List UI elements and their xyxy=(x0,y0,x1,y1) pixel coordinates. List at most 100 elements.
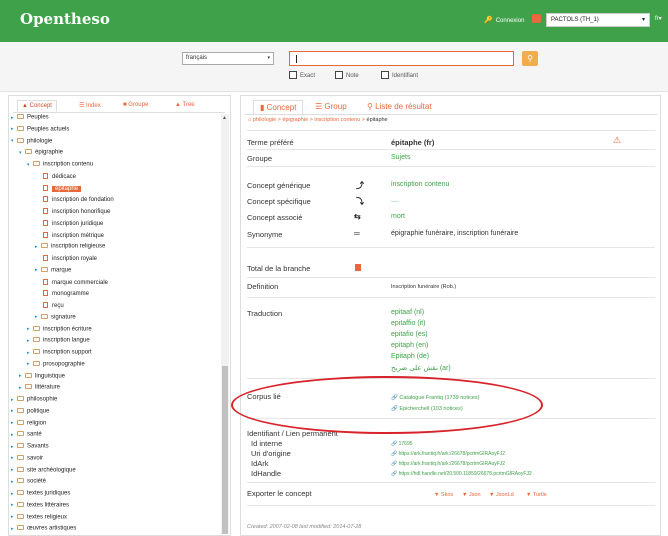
tab-concept[interactable]: ▲ Concept xyxy=(17,100,57,112)
tree-node-label: linguistique xyxy=(35,373,66,379)
concept-panel: ▮ Concept ☰ Group ⚲ Liste de résultat ⌂ … xyxy=(240,95,661,536)
tree-node[interactable]: ▸ société xyxy=(11,478,46,488)
thesaurus-select[interactable]: PACTOLS (TH_1) ▾ xyxy=(546,13,650,27)
export-label: Exporter le concept xyxy=(247,489,312,498)
translation-en[interactable]: epitaph (en) xyxy=(391,342,428,349)
identifiant-checkbox[interactable]: Identifiant xyxy=(381,71,418,79)
tree-node[interactable]: ▸ œuvres artistiques xyxy=(11,525,76,535)
tab-group-view[interactable]: ☰ Group xyxy=(315,102,347,111)
idhandle-link[interactable]: 🔗 https://hdl.handle.net/20.500.11859/26… xyxy=(391,471,532,477)
tab-groupe[interactable]: ■ Groupe xyxy=(119,100,152,112)
internal-id-value[interactable]: 🔗 17695 xyxy=(391,441,413,447)
tree-node[interactable]: inscription métrique xyxy=(43,231,104,242)
tree-node[interactable]: ▸ Peuples actuels xyxy=(11,125,69,136)
tree-scrollbar-thumb[interactable] xyxy=(222,366,228,534)
tree-node[interactable]: ▸ savoir xyxy=(11,454,43,465)
tree-node[interactable]: inscription royale xyxy=(43,255,97,265)
tab-result-list[interactable]: ⚲ Liste de résultat xyxy=(367,102,432,111)
tree-node-label: inscription religieuse xyxy=(51,243,106,250)
related-link[interactable]: mort xyxy=(391,213,405,220)
group-link[interactable]: Sujets xyxy=(391,154,410,161)
tree-node-label: reçu xyxy=(52,303,64,309)
tree-node[interactable]: ▸ politique xyxy=(11,407,49,418)
tree-node[interactable]: ▸ religion xyxy=(11,419,46,430)
tree-node[interactable]: ▸ site archéologique xyxy=(11,466,76,477)
tree-node[interactable]: ▸ marque xyxy=(35,266,71,277)
broader-link[interactable]: inscription contenu xyxy=(391,181,449,188)
tree-node-label: inscription contenu xyxy=(43,161,94,168)
document-icon xyxy=(43,172,48,179)
home-icon[interactable]: ⌂ xyxy=(248,117,251,123)
tree-node-label: épigraphie xyxy=(35,149,64,156)
translation-de[interactable]: Epitaph (de) xyxy=(391,353,429,360)
note-checkbox[interactable]: Note xyxy=(335,71,359,79)
folder-icon xyxy=(17,525,24,531)
app-logo[interactable]: Opentheso xyxy=(20,10,110,28)
tree-node[interactable]: ▸ santé xyxy=(11,431,42,441)
narrower-value[interactable]: .... xyxy=(391,197,399,204)
synonym-icon: ═ xyxy=(354,229,360,238)
tree-node-label: site archéologique xyxy=(27,467,76,473)
tree-node[interactable]: inscription honorifique xyxy=(43,208,110,218)
tree-node[interactable]: ▾ inscription contenu xyxy=(27,161,93,171)
warning-icon[interactable]: ⚠ xyxy=(613,135,621,146)
tree-node[interactable]: reçu xyxy=(43,302,64,312)
folder-icon xyxy=(17,490,24,495)
tree-node[interactable]: monogramme xyxy=(43,290,89,300)
export-jsonld-button[interactable]: ▼ JsonLd xyxy=(489,492,514,498)
tree-node[interactable]: épitaphe xyxy=(43,184,82,195)
exact-checkbox[interactable]: Exact xyxy=(289,71,315,79)
search-button[interactable]: ⚲ xyxy=(522,51,538,66)
tree-node[interactable]: ▸ prosopographie xyxy=(27,360,85,371)
translation-es[interactable]: epitafio (es) xyxy=(391,331,428,338)
scroll-up-icon[interactable]: ▲ xyxy=(222,115,227,121)
tree-node[interactable]: ▸ inscription support xyxy=(27,349,92,359)
tab-tree[interactable]: ▲ Tree xyxy=(171,100,199,112)
export-json-button[interactable]: ▼ Json xyxy=(462,492,481,498)
tree-node-label: philologie xyxy=(27,138,53,144)
translation-it[interactable]: epitaffio (it) xyxy=(391,320,426,327)
export-skos-button[interactable]: ▼ Skos xyxy=(434,492,453,498)
tree-node[interactable]: ▸ philosophie xyxy=(11,396,57,406)
definition-label: Definition xyxy=(247,282,279,291)
tree-node[interactable]: ▾ philologie xyxy=(11,137,53,148)
tab-concept-view[interactable]: ▮ Concept xyxy=(253,100,304,115)
tree-node[interactable]: ▸ textes juridiques xyxy=(11,490,70,500)
tab-index[interactable]: ☰ Index xyxy=(75,100,105,112)
tree-node[interactable]: marque commerciale xyxy=(43,278,108,289)
tree-node[interactable]: ▾ épigraphie xyxy=(19,149,63,159)
tree-node[interactable]: inscription de fondation xyxy=(43,196,114,206)
narrower-label: Concept spécifique xyxy=(247,197,311,206)
folder-icon xyxy=(17,419,24,425)
translation-nl[interactable]: epitaaf (nl) xyxy=(391,309,424,316)
tree-node-label: Savants xyxy=(27,443,49,450)
search-language-select[interactable]: français ▾ xyxy=(182,52,274,65)
origin-uri-link[interactable]: 🔗 https://ark.frantiq.fr/ark:/26678/pcrt… xyxy=(391,451,505,457)
tree-node[interactable]: ▸ inscription langue xyxy=(27,337,90,347)
translation-label: Traduction xyxy=(247,309,283,318)
tree-node-label: société xyxy=(27,478,47,485)
interface-language-select[interactable]: fr▾ xyxy=(655,15,662,22)
tree-node[interactable]: inscription juridique xyxy=(43,219,103,230)
tree-node[interactable]: ▸ textes religieux xyxy=(11,513,67,524)
tree-node[interactable]: ▸ signature xyxy=(35,313,76,324)
text-cursor xyxy=(296,55,297,63)
folder-icon xyxy=(33,337,40,343)
tree-node[interactable]: ▸ Peuples xyxy=(11,114,49,124)
calculator-icon[interactable] xyxy=(355,264,361,271)
document-icon xyxy=(43,255,48,261)
tree-node-label: épitaphe xyxy=(52,185,82,192)
tree-node[interactable]: ▸ littérature xyxy=(19,384,60,394)
tree-node[interactable]: ▸ Savants xyxy=(11,443,49,453)
tree-node[interactable]: ▸ inscription écriture xyxy=(27,325,92,336)
tree-node[interactable]: dédicace xyxy=(43,172,76,183)
login-link[interactable]: 🔑 Connexion xyxy=(484,16,524,24)
translation-ar[interactable]: نقش على ضريح (ar) xyxy=(391,364,451,372)
tree-node[interactable]: ▸ inscription religieuse xyxy=(35,243,105,253)
export-turtle-button[interactable]: ▼ Turtle xyxy=(526,492,547,498)
idark-link[interactable]: 🔗 https://ark.frantiq.fr/ark:/26678/pcrt… xyxy=(391,461,505,467)
branch-total-label: Total de la branche xyxy=(247,264,311,273)
search-input[interactable] xyxy=(289,51,514,66)
tree-node[interactable]: ▸ linguistique xyxy=(19,372,66,383)
tree-node[interactable]: ▸ textes littéraires xyxy=(11,501,69,512)
